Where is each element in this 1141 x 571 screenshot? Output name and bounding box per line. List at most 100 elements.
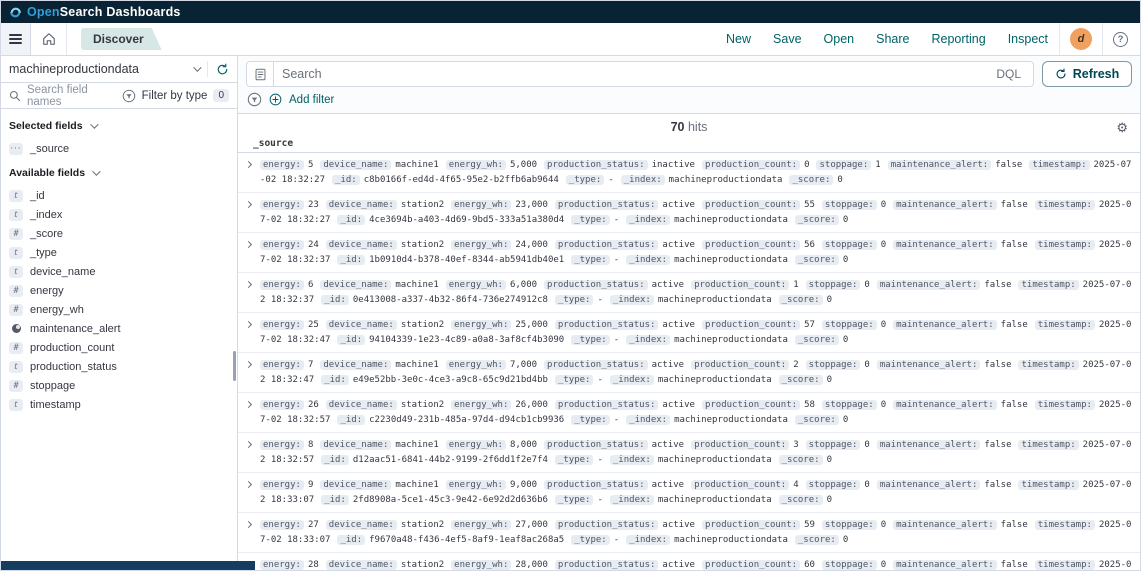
- query-language-button[interactable]: DQL: [984, 67, 1033, 81]
- field-value: 0: [842, 415, 849, 425]
- doc-source-text: energy: 8 device_name: machine1 energy_wh: 8,…: [260, 438, 1134, 468]
- field-value: active: [651, 360, 685, 370]
- field-value: 9,000: [509, 480, 538, 490]
- search-field-names-input[interactable]: Search field names: [27, 84, 116, 108]
- search-input[interactable]: Search: [274, 67, 984, 81]
- field-pill: production_status:: [544, 480, 648, 490]
- field-pill: _index:: [626, 215, 671, 225]
- expand-doc-icon[interactable]: [244, 200, 260, 209]
- app-title: OpenSearch Dashboards: [27, 5, 181, 19]
- expand-doc-icon[interactable]: [244, 360, 260, 369]
- expand-doc-icon[interactable]: [244, 520, 260, 529]
- expand-doc-icon[interactable]: [244, 280, 260, 289]
- expand-doc-icon[interactable]: [244, 440, 260, 449]
- field-item-energy[interactable]: # energy: [9, 281, 229, 300]
- field-value: station2: [400, 560, 445, 570]
- field-item-device_name[interactable]: t device_name: [9, 262, 229, 281]
- field-pill: _id:: [337, 535, 366, 545]
- field-value: 5: [307, 160, 314, 170]
- field-value: f9670a48-f436-4ef5-8af9-1eaf8ac268a5: [369, 535, 565, 545]
- field-pill: energy:: [260, 400, 304, 410]
- field-value: 57: [804, 320, 815, 330]
- menu-button[interactable]: [1, 23, 31, 55]
- expand-doc-icon[interactable]: [244, 240, 260, 249]
- field-item-_type[interactable]: t _type: [9, 243, 229, 262]
- expand-doc-icon[interactable]: [244, 400, 260, 409]
- field-item-stoppage[interactable]: # stoppage: [9, 376, 229, 395]
- sidebar-scrollbar[interactable]: [233, 351, 236, 381]
- field-pill: maintenance_alert:: [893, 240, 997, 250]
- field-pill: device_name:: [320, 440, 392, 450]
- help-button[interactable]: ?: [1103, 31, 1140, 47]
- field-item-production_count[interactable]: # production_count: [9, 338, 229, 357]
- field-item-production_status[interactable]: t production_status: [9, 357, 229, 376]
- new-button[interactable]: New: [726, 32, 751, 46]
- field-value: 0: [864, 440, 870, 450]
- plus-circle-icon: [269, 93, 282, 106]
- field-value: 1: [875, 160, 881, 170]
- field-value: machineproductiondata: [674, 535, 788, 545]
- field-name: _source: [30, 142, 70, 155]
- field-value: false: [1000, 240, 1028, 250]
- expand-doc-icon[interactable]: [244, 480, 260, 489]
- add-filter-button[interactable]: Add filter: [289, 94, 334, 106]
- filter-icon[interactable]: [247, 92, 262, 107]
- index-pattern-selector[interactable]: machineproductiondata: [1, 56, 237, 83]
- discover-sidebar: machineproductiondata Search field names…: [1, 56, 238, 570]
- field-value: machineproductiondata: [668, 175, 783, 185]
- share-button[interactable]: Share: [876, 32, 909, 46]
- field-item-energy_wh[interactable]: # energy_wh: [9, 300, 229, 319]
- field-value: 0: [880, 320, 887, 330]
- breadcrumb[interactable]: Discover: [81, 28, 162, 50]
- field-item-_index[interactable]: t _index: [9, 205, 229, 224]
- expand-doc-icon[interactable]: [244, 160, 260, 169]
- user-menu[interactable]: d: [1060, 28, 1102, 50]
- sidebar-collapse-bar[interactable]: [1, 561, 255, 570]
- field-pill: stoppage:: [805, 280, 861, 290]
- field-pill: _score:: [794, 535, 839, 545]
- field-value: 0: [804, 160, 810, 170]
- field-value: active: [662, 200, 695, 210]
- expand-doc-icon[interactable]: [244, 320, 260, 329]
- field-pill: _score:: [778, 455, 823, 465]
- save-button[interactable]: Save: [773, 32, 802, 46]
- field-item-_id[interactable]: t _id: [9, 186, 229, 205]
- field-value: 27: [307, 520, 319, 530]
- home-button[interactable]: [31, 23, 67, 55]
- field-value: active: [662, 560, 695, 570]
- field-value: active: [651, 280, 685, 290]
- saved-query-icon: [255, 68, 265, 80]
- refresh-button[interactable]: Refresh: [1042, 61, 1132, 87]
- boolean-field-icon: [9, 323, 23, 335]
- field-pill: maintenance_alert:: [893, 320, 997, 330]
- field-item-_score[interactable]: # _score: [9, 224, 229, 243]
- field-name: maintenance_alert: [30, 322, 121, 335]
- filter-bar: Add filter: [238, 91, 1140, 113]
- field-item-_source[interactable]: ··· _source: [9, 139, 229, 158]
- open-button[interactable]: Open: [824, 32, 855, 46]
- available-fields-toggle[interactable]: Available fields: [9, 167, 229, 179]
- field-pill: _index:: [609, 455, 654, 465]
- field-pill: _type:: [554, 295, 594, 305]
- field-value: 7,000: [509, 360, 538, 370]
- inspect-button[interactable]: Inspect: [1008, 32, 1048, 46]
- field-pill: _id:: [321, 495, 349, 505]
- saved-query-button[interactable]: [247, 62, 274, 86]
- field-pill: energy:: [260, 520, 304, 530]
- field-item-timestamp[interactable]: t timestamp: [9, 395, 229, 414]
- field-pill: energy_wh:: [445, 160, 506, 170]
- table-settings-gear-icon[interactable]: ⚙: [1116, 121, 1128, 134]
- query-bar: Search DQL Refresh: [238, 56, 1140, 91]
- field-value: -: [597, 295, 603, 305]
- field-pill: energy_wh:: [451, 520, 512, 530]
- selected-fields-toggle[interactable]: Selected fields: [9, 120, 229, 132]
- string-field-icon: t: [9, 246, 23, 259]
- filter-by-type-button[interactable]: Filter by type: [142, 90, 208, 102]
- field-pill: maintenance_alert:: [887, 160, 992, 170]
- field-value: false: [1000, 560, 1028, 570]
- doc-table-body: energy: 5 device_name: machine1 energy_wh: 5,…: [238, 153, 1140, 570]
- refresh-index-icon[interactable]: [216, 63, 229, 76]
- reporting-button[interactable]: Reporting: [931, 32, 985, 46]
- string-field-icon: t: [9, 208, 23, 221]
- field-item-maintenance_alert[interactable]: maintenance_alert: [9, 319, 229, 338]
